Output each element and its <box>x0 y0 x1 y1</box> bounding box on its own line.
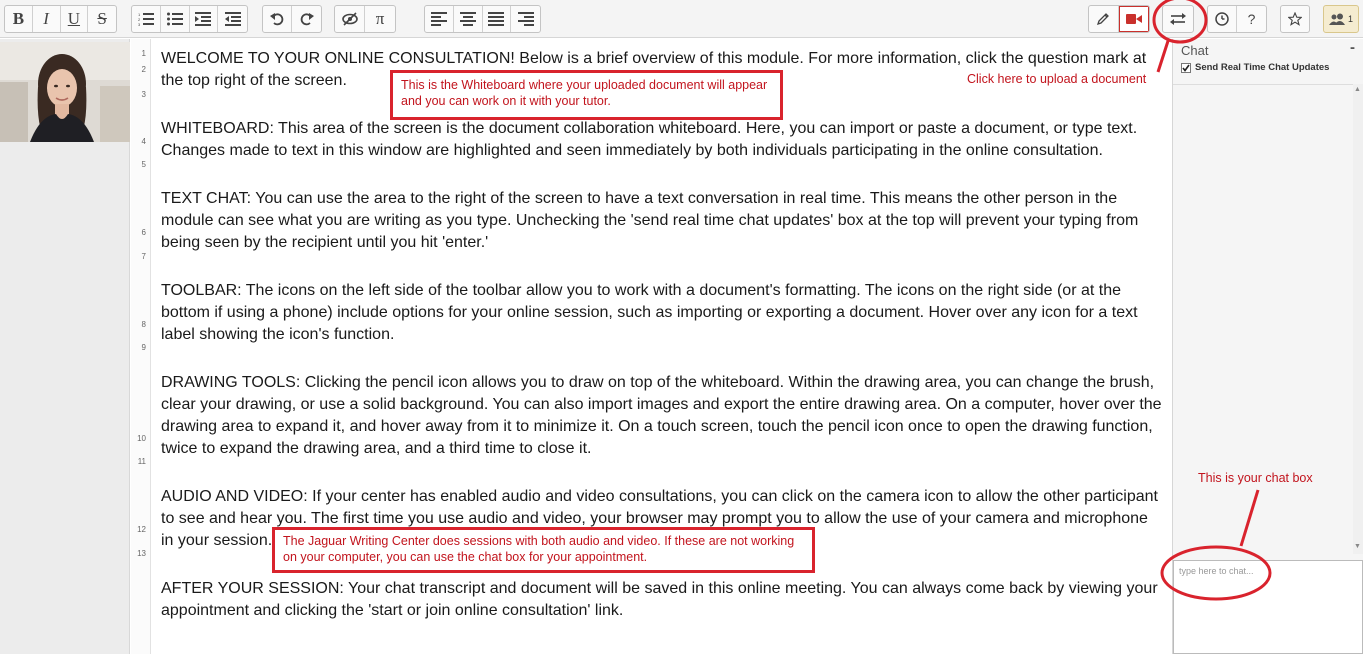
unordered-list-icon <box>166 12 183 26</box>
line-number: 8 <box>141 320 146 329</box>
insert-button-group: π <box>334 5 396 33</box>
bold-button[interactable]: B <box>5 6 33 32</box>
pi-icon: π <box>375 9 385 28</box>
star-icon <box>1288 12 1302 26</box>
draw-button[interactable] <box>1089 6 1119 32</box>
scroll-down-arrow-icon[interactable]: ▼ <box>1354 543 1361 550</box>
line-number: 6 <box>141 228 146 237</box>
indent-icon <box>195 12 212 26</box>
clear-format-icon <box>341 12 358 26</box>
line-number: 7 <box>141 252 146 261</box>
history-clock-button[interactable] <box>1208 6 1238 32</box>
editor-paragraph-toolbar[interactable]: TOOLBAR: The icons on the left side of t… <box>161 280 1163 346</box>
strikethrough-button[interactable]: S <box>88 6 116 32</box>
align-left-icon <box>430 12 447 26</box>
participants-button[interactable]: 1 <box>1323 5 1359 33</box>
session-tools-group <box>1088 5 1150 33</box>
scroll-up-arrow-icon[interactable]: ▲ <box>1354 86 1361 93</box>
line-number: 10 <box>137 434 146 443</box>
editor-paragraph-after-session[interactable]: AFTER YOUR SESSION: Your chat transcript… <box>161 578 1163 622</box>
align-right-button[interactable] <box>511 6 540 32</box>
strikethrough-icon: S <box>97 9 107 28</box>
realtime-updates-checkbox[interactable] <box>1181 62 1191 73</box>
ordered-list-icon: 123 <box>138 12 154 26</box>
unordered-list-button[interactable] <box>161 6 190 32</box>
import-export-button[interactable] <box>1162 5 1194 33</box>
history-button-group <box>262 5 322 33</box>
line-number: 3 <box>141 90 146 99</box>
bold-icon: B <box>12 9 25 28</box>
checkmark-icon <box>1182 64 1190 72</box>
import-export-icon <box>1170 13 1186 25</box>
outdent-button[interactable] <box>218 6 247 32</box>
line-number: 2 <box>141 65 146 74</box>
chat-minimize-button[interactable]: - <box>1350 39 1355 56</box>
chatbox-annotation-label: This is your chat box <box>1198 471 1313 485</box>
align-center-button[interactable] <box>454 6 483 32</box>
italic-button[interactable]: I <box>33 6 61 32</box>
insert-symbol-button[interactable]: π <box>365 6 395 32</box>
undo-button[interactable] <box>263 6 293 32</box>
line-number: 13 <box>137 549 146 558</box>
format-button-group: B I U S <box>4 5 117 33</box>
line-number: 4 <box>141 137 146 146</box>
help-button[interactable]: ? <box>1237 6 1266 32</box>
redo-button[interactable] <box>292 6 321 32</box>
align-left-button[interactable] <box>425 6 454 32</box>
line-number: 5 <box>141 160 146 169</box>
video-button[interactable] <box>1118 6 1149 32</box>
line-number: 1 <box>141 49 146 58</box>
redo-icon <box>300 13 314 26</box>
clear-format-button[interactable] <box>335 6 366 32</box>
chat-title: Chat <box>1181 43 1209 58</box>
svg-text:3: 3 <box>138 22 141 26</box>
whiteboard-annotation-box: This is the Whiteboard where your upload… <box>390 70 783 120</box>
chat-panel: Chat - Send Real Time Chat Updates ▲ ▼ <box>1172 39 1363 654</box>
align-justify-icon <box>488 12 505 26</box>
clock-icon <box>1215 12 1229 26</box>
av-annotation-box: The Jaguar Writing Center does sessions … <box>272 527 815 573</box>
realtime-updates-label: Send Real Time Chat Updates <box>1195 62 1330 73</box>
pencil-icon <box>1097 13 1110 26</box>
align-button-group <box>424 5 541 33</box>
undo-icon <box>270 13 284 26</box>
help-icon: ? <box>1247 11 1256 27</box>
editor-paragraph-text-chat[interactable]: TEXT CHAT: You can use the area to the r… <box>161 188 1163 254</box>
line-number: 12 <box>137 525 146 534</box>
align-right-icon <box>517 12 534 26</box>
video-camera-icon <box>1125 14 1142 24</box>
webcam-person-image <box>0 42 130 142</box>
chat-scrollbar[interactable]: ▲ ▼ <box>1353 84 1363 554</box>
italic-icon: I <box>43 9 49 28</box>
underline-button[interactable]: U <box>61 6 89 32</box>
line-number: 9 <box>141 343 146 352</box>
info-tools-group: ? <box>1207 5 1267 33</box>
realtime-updates-row: Send Real Time Chat Updates <box>1181 62 1329 73</box>
webcam-feed <box>0 42 130 142</box>
upload-annotation-label: Click here to upload a document <box>967 72 1147 86</box>
participants-count: 1 <box>1347 14 1353 24</box>
users-icon <box>1328 13 1345 25</box>
align-justify-button[interactable] <box>483 6 512 32</box>
toolbar: B I U S 123 π ? 1 <box>0 0 1363 38</box>
line-number: 11 <box>137 457 146 466</box>
list-button-group: 123 <box>131 5 248 33</box>
favorite-button[interactable] <box>1280 5 1310 33</box>
ordered-list-button[interactable]: 123 <box>132 6 161 32</box>
editor-paragraph-whiteboard[interactable]: WHITEBOARD: This area of the screen is t… <box>161 118 1163 162</box>
chat-input[interactable] <box>1173 560 1363 654</box>
editor-paragraph-drawing[interactable]: DRAWING TOOLS: Clicking the pencil icon … <box>161 372 1163 460</box>
align-center-icon <box>459 12 476 26</box>
video-panel <box>0 39 130 654</box>
outdent-icon <box>224 12 241 26</box>
indent-button[interactable] <box>190 6 219 32</box>
underline-icon: U <box>67 9 81 28</box>
line-number-gutter: 1 2 3 4 5 6 7 8 9 10 11 12 13 <box>131 39 151 654</box>
